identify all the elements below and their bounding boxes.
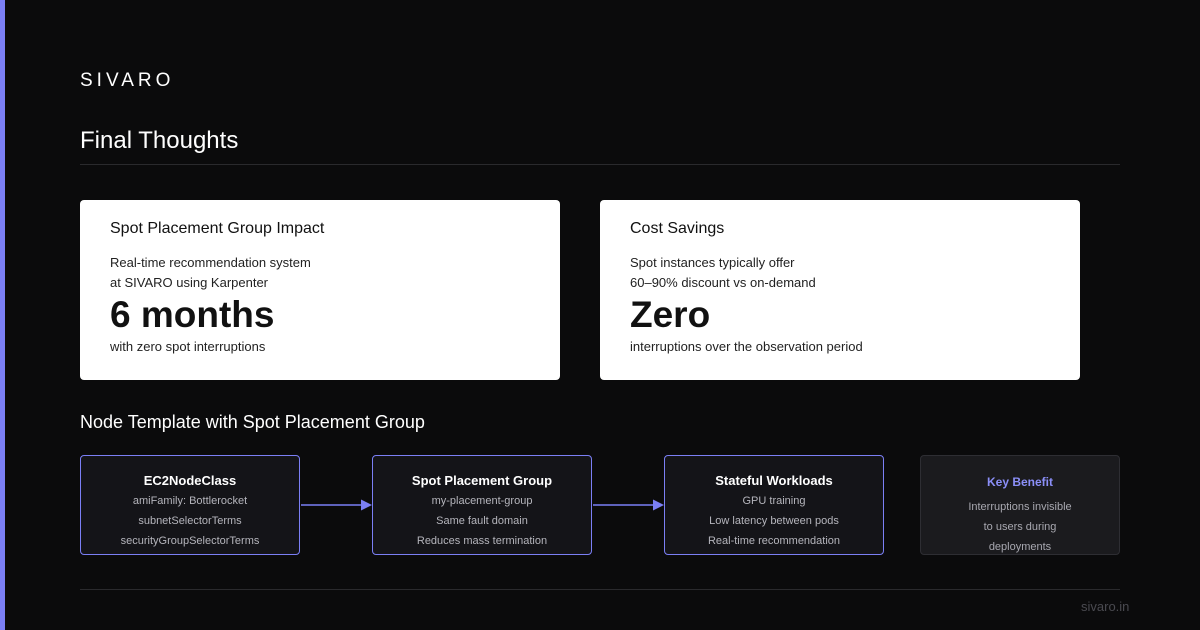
node-title: EC2NodeClass — [143, 473, 237, 488]
benefit-detail: deployments — [988, 541, 1052, 553]
page-title: Final Thoughts — [80, 127, 239, 154]
benefit-detail: Interruptions invisible — [968, 501, 1072, 513]
footer-url[interactable]: sivaro.in — [1081, 599, 1129, 614]
node-detail: amiFamily: Bottlerocket — [132, 495, 248, 507]
node-spot-placement-group: Spot Placement Group my-placement-group … — [372, 455, 592, 555]
card-description-line: Spot instances typically offer — [630, 255, 795, 270]
diagram-title: Node Template with Spot Placement Group — [80, 412, 425, 432]
card-description-line: 60–90% discount vs on-demand — [630, 275, 816, 290]
card-description-line: Real-time recommendation system — [110, 255, 311, 270]
node-ec2nodeclass: EC2NodeClass amiFamily: Bottlerocket sub… — [80, 455, 300, 555]
footer-divider — [80, 589, 1120, 590]
arrow-ec2nodeclass-to-placement-group — [301, 499, 372, 511]
node-detail: Same fault domain — [436, 515, 528, 527]
card-highlight-value: 6 months — [110, 294, 275, 335]
benefit-title: Key Benefit — [986, 475, 1054, 489]
accent-bar — [0, 0, 5, 630]
node-stateful-workloads: Stateful Workloads GPU training Low late… — [664, 455, 884, 555]
card-highlight-value: Zero — [630, 294, 711, 335]
card-description: Spot instances typically offer 60–90% di… — [630, 253, 1050, 293]
benefit-detail: to users during — [983, 521, 1057, 533]
card-footnote: interruptions over the observation perio… — [630, 339, 863, 354]
node-detail: Low latency between pods — [709, 515, 839, 527]
node-detail: my-placement-group — [431, 495, 533, 507]
card-description: Real-time recommendation system at SIVAR… — [110, 253, 530, 293]
card-title: Spot Placement Group Impact — [110, 220, 325, 237]
card-description-line: at SIVARO using Karpenter — [110, 275, 269, 290]
node-detail: Reduces mass termination — [416, 535, 548, 547]
title-divider — [80, 164, 1120, 165]
brand-logo: SIVARO — [80, 70, 175, 91]
node-detail: subnetSelectorTerms — [138, 515, 242, 527]
node-title: Spot Placement Group — [411, 473, 553, 488]
cost-savings-card: Cost Savings Spot instances typically of… — [600, 200, 1080, 380]
card-footnote: with zero spot interruptions — [110, 339, 266, 354]
arrow-placement-group-to-workloads — [593, 499, 664, 511]
node-detail: GPU training — [742, 495, 806, 507]
impact-card: Spot Placement Group Impact Real-time re… — [80, 200, 560, 380]
node-detail: Real-time recommendation — [707, 535, 841, 547]
node-detail: securityGroupSelectorTerms — [120, 535, 260, 547]
key-benefit-box: Key Benefit Interruptions invisible to u… — [920, 455, 1120, 555]
card-title: Cost Savings — [630, 220, 725, 237]
node-title: Stateful Workloads — [715, 473, 833, 488]
